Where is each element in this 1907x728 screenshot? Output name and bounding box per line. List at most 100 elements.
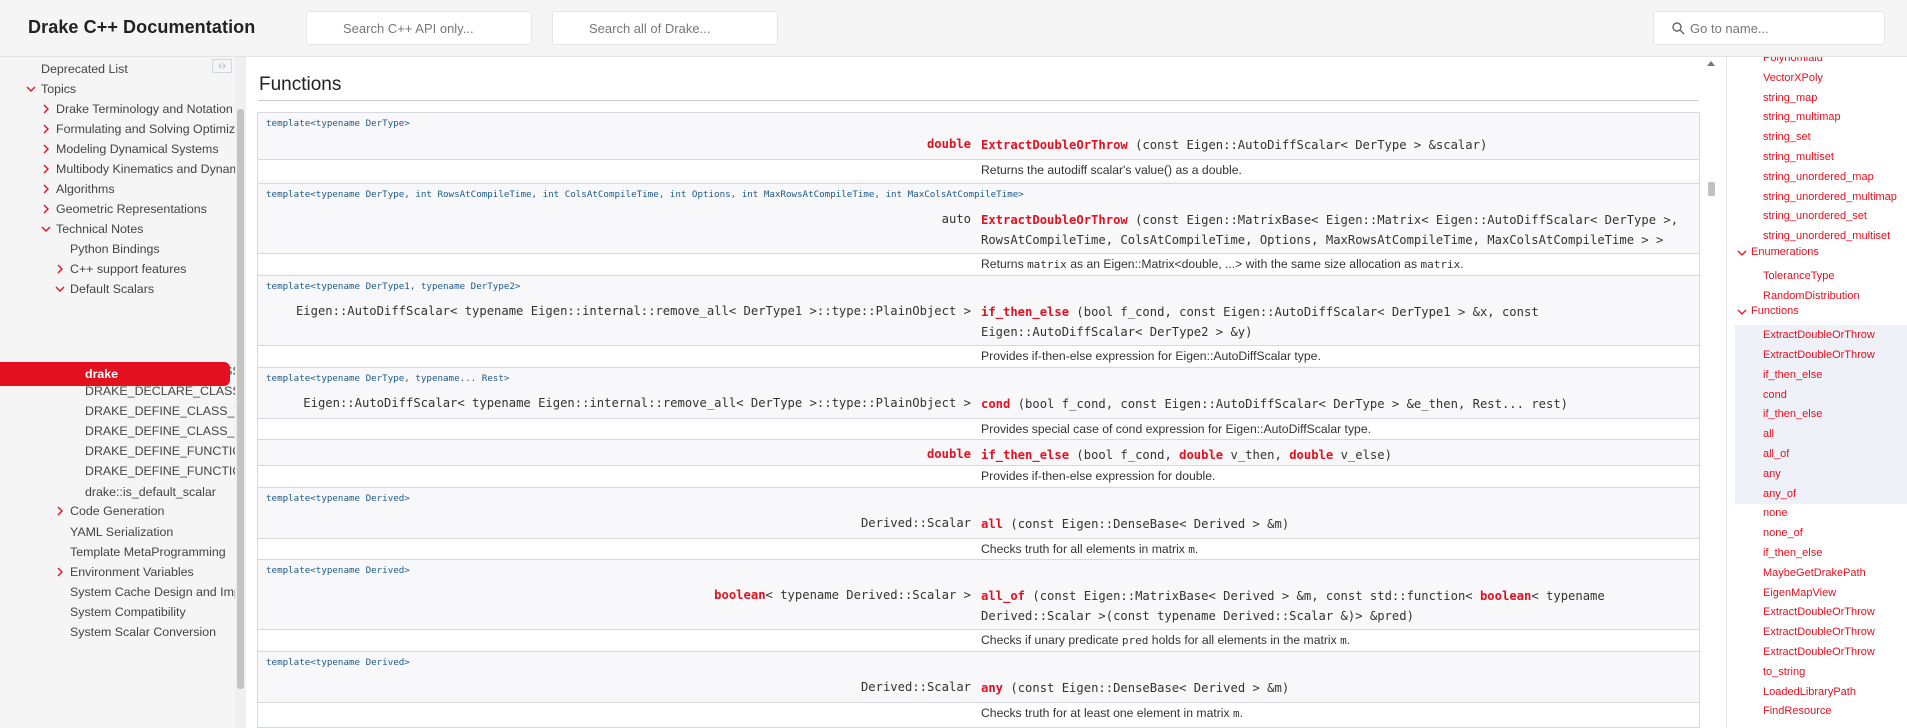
toc-link[interactable]: ExtractDoubleOrThrow [1763,622,1875,642]
nav-item-active[interactable]: drake [0,362,230,386]
nav-item[interactable]: Geometric Representations [0,200,232,220]
function-args: (const Eigen::MatrixBase< Derived > &m, … [1025,589,1480,603]
toc-link[interactable]: RandomDistribution [1763,286,1860,306]
nav-item[interactable]: C++ support features [0,260,232,280]
chevron-right-icon[interactable] [40,183,52,195]
nav-item[interactable]: System Compatibility [0,603,232,623]
toc-link[interactable]: ToleranceType [1763,266,1835,286]
chevron-right-icon[interactable] [40,103,52,115]
function-description: Checks truth for at least one element in… [258,702,1699,723]
nav-item[interactable]: DRAKE_DEFINE_CLASS_TEMPLATE_INSTANTIATIO… [0,422,246,442]
template-declaration: template<typename DerType, typename... R… [266,373,510,384]
toc-link[interactable]: string_unordered_set [1763,206,1867,226]
toc-link[interactable]: if_then_else [1735,404,1907,425]
toc-link[interactable]: to_string [1763,662,1805,682]
toc-link[interactable]: cond [1735,384,1907,405]
chevron-right-icon[interactable] [40,203,52,215]
nav-item[interactable]: Technical Notes [0,220,232,240]
chevron-right-icon[interactable] [54,566,66,578]
nav-item[interactable]: Deprecated List [0,60,232,80]
scroll-up-icon[interactable] [1707,61,1715,66]
left-scrollbar[interactable] [235,57,246,728]
toc-link[interactable]: ExtractDoubleOrThrow [1763,642,1875,662]
chevron-down-icon[interactable] [25,83,37,95]
function-name-link[interactable]: ExtractDoubleOrThrow [981,213,1128,227]
nav-item[interactable]: Default Scalars [0,280,232,300]
nav-item[interactable]: System Cache Design and Implementation [0,583,246,603]
toc-link[interactable]: ExtractDoubleOrThrow [1735,325,1907,346]
nav-item[interactable]: DRAKE_DEFINE_FUNCTION_TEMPLATE_INSTANTIA… [0,442,246,462]
chevron-down-icon[interactable] [1737,307,1747,317]
nav-item[interactable]: Topics [0,80,232,100]
toc-link[interactable]: LoadedLibraryPath [1763,682,1856,702]
function-name-link[interactable]: ExtractDoubleOrThrow [981,138,1128,152]
goto-name-input[interactable]: Go to name... [1653,11,1885,45]
nav-item[interactable]: Template MetaProgramming [0,543,232,563]
toc-link[interactable]: any_of [1735,483,1907,504]
toc-link[interactable]: string_set [1763,127,1811,147]
nav-item[interactable]: drake::is_default_scalar [0,483,232,503]
toc-link[interactable]: string_unordered_map [1763,167,1874,187]
function-name-link[interactable]: any [981,681,1003,695]
search-all-input[interactable]: Search all of Drake... [552,11,778,45]
chevron-down-icon[interactable] [40,223,52,235]
inline-code: m [1340,634,1347,647]
toc-link[interactable]: ExtractDoubleOrThrow [1735,345,1907,365]
nav-item[interactable]: System Scalar Conversion [0,623,232,643]
toc-link[interactable]: any [1735,463,1907,484]
nav-item[interactable]: Algorithms [0,180,232,200]
site-title[interactable]: Drake C++ Documentation [28,17,255,38]
toc-link[interactable]: FindResource [1763,701,1831,721]
function-signature: all (const Eigen::DenseBase< Derived > &… [981,514,1691,534]
nav-item[interactable]: DRAKE_DEFINE_CLASS_TEMPLATE_INSTANTIATIO… [0,402,246,422]
nav-item[interactable]: YAML Serialization [0,523,232,543]
collapse-sidebar-icon[interactable] [212,59,232,73]
chevron-right-icon[interactable] [40,123,52,135]
toc-link[interactable]: string_multimap [1763,107,1841,127]
toc-link[interactable]: none [1763,503,1787,523]
toc-link[interactable]: all_of [1735,444,1907,464]
chevron-right-icon[interactable] [54,263,66,275]
function-name-link[interactable]: if_then_else [981,448,1069,462]
main-scroll-thumb[interactable] [1708,182,1715,196]
nav-item-label: YAML Serialization [70,525,174,539]
function-name-link[interactable]: if_then_else [981,305,1069,319]
function-args: v_else) [1333,448,1392,462]
nav-item[interactable]: Multibody Kinematics and Dynamics [0,160,246,180]
description-text: Returns the autodiff scalar's value() as… [981,163,1242,177]
nav-item[interactable]: DRAKE_DEFINE_FUNCTION_TEMPLATE_INSTANTIA… [0,462,246,482]
search-cpp-input[interactable]: Search C++ API only... [306,11,532,45]
function-row: template<typename Derived> Derived::Scala… [258,651,1699,723]
toc-link[interactable]: EigenMapView [1763,583,1836,603]
function-name-link[interactable]: all [981,517,1003,531]
nav-item[interactable]: Formulating and Solving Optimization Pro… [0,120,246,140]
chevron-down-icon[interactable] [54,283,66,295]
nav-item[interactable]: Python Bindings [0,240,232,260]
toc-link[interactable]: none_of [1763,523,1803,543]
nav-item[interactable]: Drake Terminology and Notation [0,100,233,120]
toc-link[interactable]: string_multiset [1763,147,1834,167]
toc-link[interactable]: ExtractDoubleOrThrow [1763,602,1875,622]
toc-link[interactable]: all [1735,424,1907,445]
chevron-down-icon[interactable] [1737,248,1747,258]
chevron-right-icon[interactable] [54,505,66,517]
function-name-link[interactable]: cond [981,397,1010,411]
main-content: Functions template<typename DerType> doub… [246,57,1718,728]
toc-link[interactable]: if_then_else [1735,364,1907,385]
toc-link[interactable]: string_unordered_multimap [1763,187,1897,207]
main-scrollbar[interactable] [1705,57,1718,728]
toc-link[interactable]: string_unordered_multiset [1763,226,1890,246]
nav-item[interactable]: Modeling Dynamical Systems [0,140,232,160]
toc-link[interactable]: string_map [1763,88,1817,108]
function-name-link[interactable]: all_of [981,589,1025,603]
nav-item-label: DRAKE_DEFINE_CLASS_TEMPLATE_INSTANTIATIO… [85,424,246,438]
chevron-right-icon[interactable] [40,143,52,155]
toc-link[interactable]: if_then_else [1763,543,1822,563]
toc-link[interactable]: MaybeGetDrakePath [1763,563,1866,583]
nav-item[interactable]: Code Generation [0,502,232,522]
toc-link[interactable]: VectorXPoly [1763,68,1823,88]
chevron-right-icon[interactable] [40,163,52,175]
toc-link[interactable]: Polynomiald [1763,57,1823,68]
nav-item[interactable]: Environment Variables [0,563,232,583]
left-scroll-thumb[interactable] [237,109,244,689]
